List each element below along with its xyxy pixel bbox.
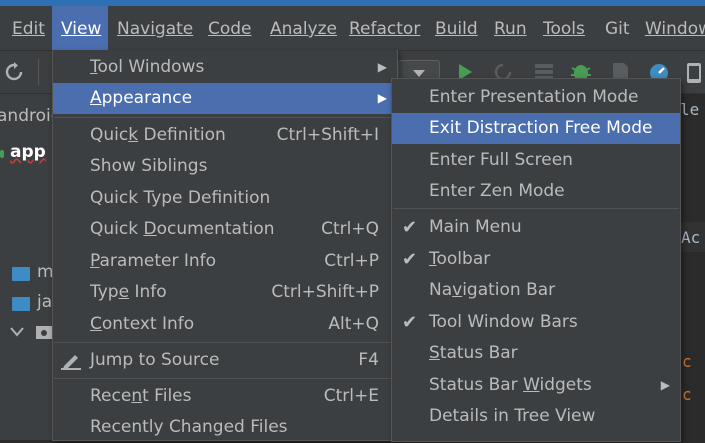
menu-item-quick-type-definition[interactable]: Quick Type Definition	[53, 183, 397, 214]
shortcut-label: Alt+Q	[328, 314, 379, 334]
menu-git[interactable]: Git	[605, 6, 630, 50]
menu-item-tool-windows[interactable]: Tool Windows ▶	[53, 52, 397, 83]
editor-line-2: Ac	[681, 228, 701, 247]
menu-item-tool-window-bars[interactable]: ✔ Tool Window Bars	[392, 307, 680, 338]
appearance-submenu: Enter Presentation Mode Exit Distraction…	[391, 78, 681, 442]
shortcut-label: Ctrl+Shift+P	[271, 282, 379, 302]
menu-run-label: Run	[494, 19, 527, 39]
checkmark-icon: ✔	[402, 312, 418, 333]
tree-item-java[interactable]: ja	[37, 292, 52, 312]
menu-item-quick-documentation[interactable]: Quick Documentation Ctrl+Q	[53, 214, 397, 245]
menu-item-jump-to-source[interactable]: Jump to Source F4	[53, 345, 397, 376]
menu-separator	[54, 378, 396, 379]
menu-item-details-in-tree-view[interactable]: Details in Tree View	[392, 401, 680, 432]
menu-tools-label: Tools	[543, 19, 585, 39]
menu-separator	[54, 117, 396, 118]
menu-analyze-label: Analyze	[270, 19, 337, 39]
menu-git-label: Git	[605, 19, 630, 39]
menu-separator	[54, 342, 396, 343]
project-root-app[interactable]: app	[10, 142, 46, 162]
menu-item-enter-presentation-mode[interactable]: Enter Presentation Mode	[392, 82, 680, 113]
shortcut-label: Ctrl+P	[324, 251, 379, 271]
menu-refactor[interactable]: Refactor	[349, 6, 420, 50]
menu-item-quick-definition[interactable]: Quick Definition Ctrl+Shift+I	[53, 120, 397, 151]
menu-view[interactable]: View	[52, 6, 108, 50]
chevron-down-icon	[413, 70, 425, 77]
editor-area: le Ac c c	[680, 94, 705, 440]
menu-item-show-siblings[interactable]: Show Siblings	[53, 151, 397, 182]
chevron-down-icon[interactable]	[10, 327, 24, 337]
menu-item-appearance[interactable]: Appearance ▶	[53, 83, 397, 114]
submenu-arrow-icon: ▶	[377, 91, 387, 105]
menu-edit[interactable]: Edit	[2, 6, 50, 50]
menu-item-enter-zen-mode[interactable]: Enter Zen Mode	[392, 176, 680, 207]
submenu-arrow-icon: ▶	[377, 60, 387, 74]
module-marker-icon	[0, 150, 4, 158]
menu-item-recently-changed-files[interactable]: Recently Changed Files	[53, 412, 397, 443]
menu-item-parameter-info[interactable]: Parameter Info Ctrl+P	[53, 246, 397, 277]
menu-navigate-label: Navigate	[117, 19, 194, 39]
main-menubar: Edit View Navigate Code Analyze Refactor…	[0, 6, 705, 51]
menu-item-main-menu[interactable]: ✔ Main Menu	[392, 212, 680, 243]
shortcut-label: Ctrl+Q	[321, 219, 379, 239]
sync-icon[interactable]	[4, 62, 24, 82]
menu-separator	[393, 208, 679, 209]
device-icon[interactable]	[684, 62, 704, 84]
editor-line-1: le	[680, 100, 700, 119]
menu-build-label: Build	[435, 19, 478, 39]
menu-analyze[interactable]: Analyze	[270, 6, 337, 50]
pencil-icon	[61, 355, 81, 370]
menu-window-label: Window	[645, 19, 705, 39]
project-panel: android app m ja	[0, 94, 62, 440]
menu-item-exit-distraction-free-mode[interactable]: Exit Distraction Free Mode	[392, 113, 680, 144]
view-menu: Tool Windows ▶ Appearance ▶ Quick Defini…	[52, 50, 398, 441]
editor-line-4: c	[682, 385, 692, 404]
shortcut-label: Ctrl+Shift+I	[276, 125, 379, 145]
checkmark-icon: ✔	[402, 217, 418, 238]
menu-item-toolbar[interactable]: ✔ Toolbar	[392, 244, 680, 275]
menu-code[interactable]: Code	[208, 6, 252, 50]
menu-item-type-info[interactable]: Type Info Ctrl+Shift+P	[53, 277, 397, 308]
menu-refactor-label: Refactor	[349, 19, 421, 39]
shortcut-label: Ctrl+E	[323, 386, 379, 406]
shortcut-label: F4	[358, 350, 379, 370]
menu-code-label: Code	[208, 19, 252, 39]
checkmark-icon: ✔	[402, 249, 418, 270]
menu-window[interactable]: Window	[645, 6, 705, 50]
menu-edit-label: Edit	[12, 19, 45, 39]
menu-item-navigation-bar[interactable]: Navigation Bar	[392, 275, 680, 306]
menu-run[interactable]: Run	[494, 6, 527, 50]
menu-item-status-bar[interactable]: Status Bar	[392, 338, 680, 369]
menu-item-recent-files[interactable]: Recent Files Ctrl+E	[53, 381, 397, 412]
menu-build[interactable]: Build	[435, 6, 478, 50]
toolbar-divider	[38, 59, 39, 85]
menu-item-status-bar-widgets[interactable]: Status Bar Widgets ▶	[392, 370, 680, 401]
menu-view-label: View	[61, 19, 102, 39]
resource-folder-icon	[36, 326, 52, 339]
folder-icon	[12, 267, 30, 281]
menu-item-context-info[interactable]: Context Info Alt+Q	[53, 309, 397, 340]
submenu-arrow-icon: ▶	[660, 378, 670, 392]
menu-tools[interactable]: Tools	[543, 6, 585, 50]
editor-line-3: c	[682, 352, 692, 371]
menu-navigate[interactable]: Navigate	[117, 6, 193, 50]
folder-icon	[12, 297, 30, 311]
menu-item-enter-full-screen[interactable]: Enter Full Screen	[392, 145, 680, 176]
